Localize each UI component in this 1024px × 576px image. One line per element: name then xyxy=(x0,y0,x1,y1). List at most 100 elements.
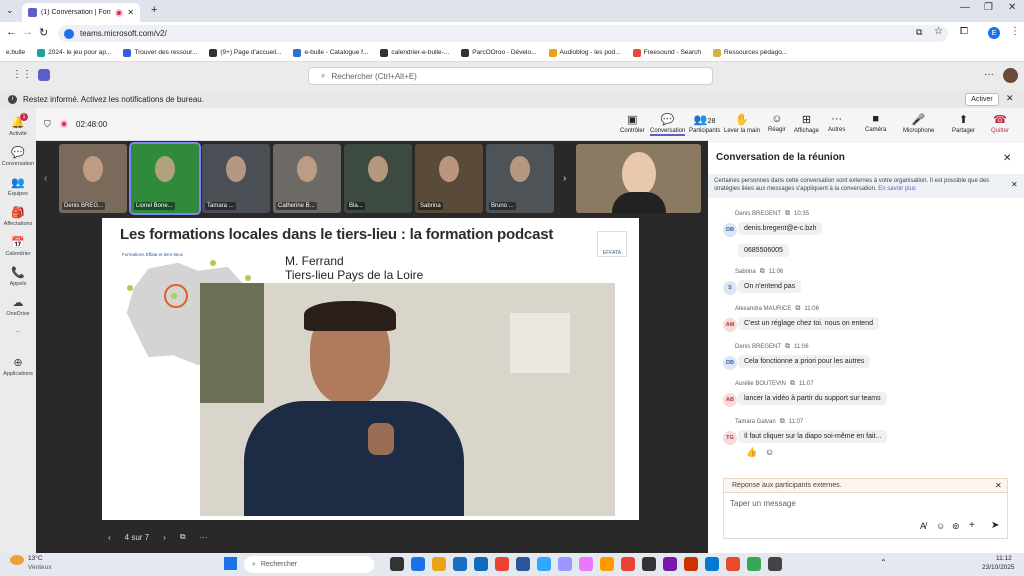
settings-more-icon[interactable]: ··· xyxy=(984,69,994,80)
close-tab-icon[interactable]: ✕ xyxy=(127,8,134,17)
rail-item-cloud[interactable]: ☁ OneDrive xyxy=(0,296,36,317)
taskbar-app-icon[interactable] xyxy=(558,557,572,571)
start-icon[interactable] xyxy=(224,557,237,570)
raise-hand-button[interactable]: ✋ Lever la main xyxy=(724,113,760,134)
participant-video-tile[interactable]: Bruno ... xyxy=(486,144,554,213)
taskbar-app-icon[interactable] xyxy=(537,557,551,571)
app-launcher-icon[interactable]: ⋮⋮ xyxy=(12,69,32,80)
rail-item-assignments[interactable]: 🎒 Affectations xyxy=(0,206,36,227)
browser-tab-teams[interactable]: (1) Conversation | Formatio ✕ xyxy=(22,3,140,22)
taskbar-app-icon[interactable] xyxy=(579,557,593,571)
bookmark-star-icon[interactable]: ☆ xyxy=(934,26,943,37)
message-bubble[interactable]: lancer la vidéo à partir du support sur … xyxy=(738,392,887,405)
tab-menu-chevron-icon[interactable]: ⌄ xyxy=(6,5,14,16)
close-notification-icon[interactable]: ✕ xyxy=(1006,93,1014,104)
thumbs-up-reaction-icon[interactable]: 👍 xyxy=(746,447,757,458)
bookmark-item[interactable]: (9+) Page d'accueil... xyxy=(209,48,281,57)
message-compose[interactable]: Taper un message A̸ ☺ ⊚ + ➤ xyxy=(723,493,1008,539)
taskbar-app-icon[interactable] xyxy=(411,557,425,571)
previous-slide-icon[interactable]: ‹ xyxy=(108,533,111,542)
control-button[interactable]: ▣ Contrôler xyxy=(620,113,645,134)
taskbar-app-icon[interactable] xyxy=(432,557,446,571)
participant-video-tile[interactable]: Tamara ... xyxy=(202,144,270,213)
taskbar-app-icon[interactable] xyxy=(705,557,719,571)
taskbar-app-icon[interactable] xyxy=(726,557,740,571)
react-button[interactable]: ☺ Réagir xyxy=(768,113,786,133)
send-icon[interactable]: ➤ xyxy=(991,520,999,531)
taskbar-app-icon[interactable] xyxy=(642,557,656,571)
bookmark-item[interactable]: 2024- le jeu pour ap... xyxy=(37,48,111,57)
taskbar-app-icon[interactable] xyxy=(600,557,614,571)
bookmark-item[interactable]: Freesound - Search xyxy=(632,48,701,57)
rail-item-bell[interactable]: 🔔 Activité xyxy=(0,116,36,137)
bookmark-item[interactable]: ParcOOroo - Dévelo... xyxy=(461,48,537,57)
learn-more-link[interactable]: En savoir plus xyxy=(878,186,916,192)
back-icon[interactable]: ← xyxy=(6,26,17,38)
extensions-icon[interactable]: ⧠ xyxy=(960,26,968,37)
rail-item-phone[interactable]: 📞 Appels xyxy=(0,266,36,287)
url-field[interactable]: teams.microsoft.com/v2/ xyxy=(58,25,948,42)
profile-avatar[interactable]: E xyxy=(988,27,1000,39)
close-chat-icon[interactable]: ✕ xyxy=(1003,153,1011,164)
participant-video-tile[interactable]: Catherine B... xyxy=(273,144,341,213)
bookmark-item[interactable]: e-bulle - Catalogue f... xyxy=(293,48,368,57)
taskbar-app-icon[interactable] xyxy=(684,557,698,571)
minimize-icon[interactable]: — xyxy=(960,2,970,13)
taskbar-search[interactable]: ⌕ Rechercher xyxy=(244,556,374,573)
attach-plus-icon[interactable]: + xyxy=(969,520,975,531)
taskbar-app-icon[interactable] xyxy=(474,557,488,571)
bookmark-item[interactable]: calendrier-e-bulle-... xyxy=(380,48,449,57)
taskbar-app-icon[interactable] xyxy=(621,557,635,571)
rail-item-apps[interactable]: ⊕ Applications xyxy=(0,356,36,377)
format-icon[interactable]: A̸ xyxy=(920,521,926,531)
close-reply-banner-icon[interactable]: ✕ xyxy=(995,481,1002,490)
activate-notifications-button[interactable]: Activer xyxy=(965,93,999,106)
bookmark-item[interactable]: Ressources pédago... xyxy=(713,48,787,57)
participant-video-tile[interactable]: Denis BREG... xyxy=(59,144,127,213)
slide-more-icon[interactable]: ··· xyxy=(200,533,208,542)
rail-item-calendar[interactable]: 📅 Calendrier xyxy=(0,236,36,257)
view-button[interactable]: ⊞ Affichage xyxy=(794,113,819,134)
microphone-button[interactable]: 🎤 Microphone xyxy=(903,113,934,134)
message-bubble[interactable]: C'est un réglage chez toi. nous on enten… xyxy=(738,317,879,330)
taskbar-app-icon[interactable] xyxy=(663,557,677,571)
tray-chevron-icon[interactable]: ⌃ xyxy=(880,558,887,567)
search-input[interactable]: ⌕ Rechercher (Ctrl+Alt+E) xyxy=(308,67,713,85)
camera-button[interactable]: ■ Caméra xyxy=(865,113,886,133)
rail-item-more[interactable]: ... xyxy=(0,326,36,334)
close-window-icon[interactable]: ✕ xyxy=(1008,2,1016,13)
emoji-icon[interactable]: ☺ xyxy=(936,521,945,531)
share-button[interactable]: ⬆ Partager xyxy=(952,113,975,134)
reload-icon[interactable]: ↻ xyxy=(39,26,48,39)
thumbs-next-icon[interactable]: › xyxy=(563,173,566,184)
leave-button[interactable]: ☎ Quitter xyxy=(991,113,1009,134)
thumbs-prev-icon[interactable]: ‹ xyxy=(44,173,47,184)
message-bubble[interactable]: Il faut cliquer sur la diapo soi-même en… xyxy=(738,430,888,443)
close-banner-icon[interactable]: ✕ xyxy=(1011,180,1018,189)
new-tab-button[interactable]: + xyxy=(151,4,157,16)
forward-icon[interactable]: → xyxy=(22,26,33,38)
taskbar-app-icon[interactable] xyxy=(495,557,509,571)
participant-video-tile[interactable]: Lionel Bone... xyxy=(129,142,201,215)
taskbar-app-icon[interactable] xyxy=(747,557,761,571)
more-button[interactable]: ··· Autres xyxy=(828,113,845,133)
taskbar-app-icon[interactable] xyxy=(453,557,467,571)
taskbar-app-icon[interactable] xyxy=(516,557,530,571)
add-reaction-icon[interactable]: ☺ xyxy=(765,447,774,457)
rail-item-chat[interactable]: 💬 Conversation xyxy=(0,146,36,167)
message-bubble[interactable]: denis.bregent@e-c.bzh xyxy=(738,222,823,235)
next-slide-icon[interactable]: › xyxy=(163,533,166,542)
bookmark-item[interactable]: Trouver des ressour... xyxy=(123,48,197,57)
browser-menu-icon[interactable]: ⋮ xyxy=(1010,26,1020,37)
site-info-icon[interactable] xyxy=(64,28,74,39)
participant-video-tile[interactable]: Sabrina xyxy=(415,144,483,213)
loop-icon[interactable]: ⊚ xyxy=(952,521,960,532)
message-bubble[interactable]: 0685506005 xyxy=(738,244,789,257)
slide-grid-icon[interactable]: ⧉ xyxy=(180,532,186,542)
slide-video[interactable] xyxy=(200,283,615,516)
taskbar-app-icon[interactable] xyxy=(768,557,782,571)
taskbar-app-icon[interactable] xyxy=(390,557,404,571)
user-avatar[interactable] xyxy=(1003,68,1018,83)
rail-item-teams[interactable]: 👥 Équipes xyxy=(0,176,36,197)
restore-icon[interactable]: ❐ xyxy=(984,2,993,13)
